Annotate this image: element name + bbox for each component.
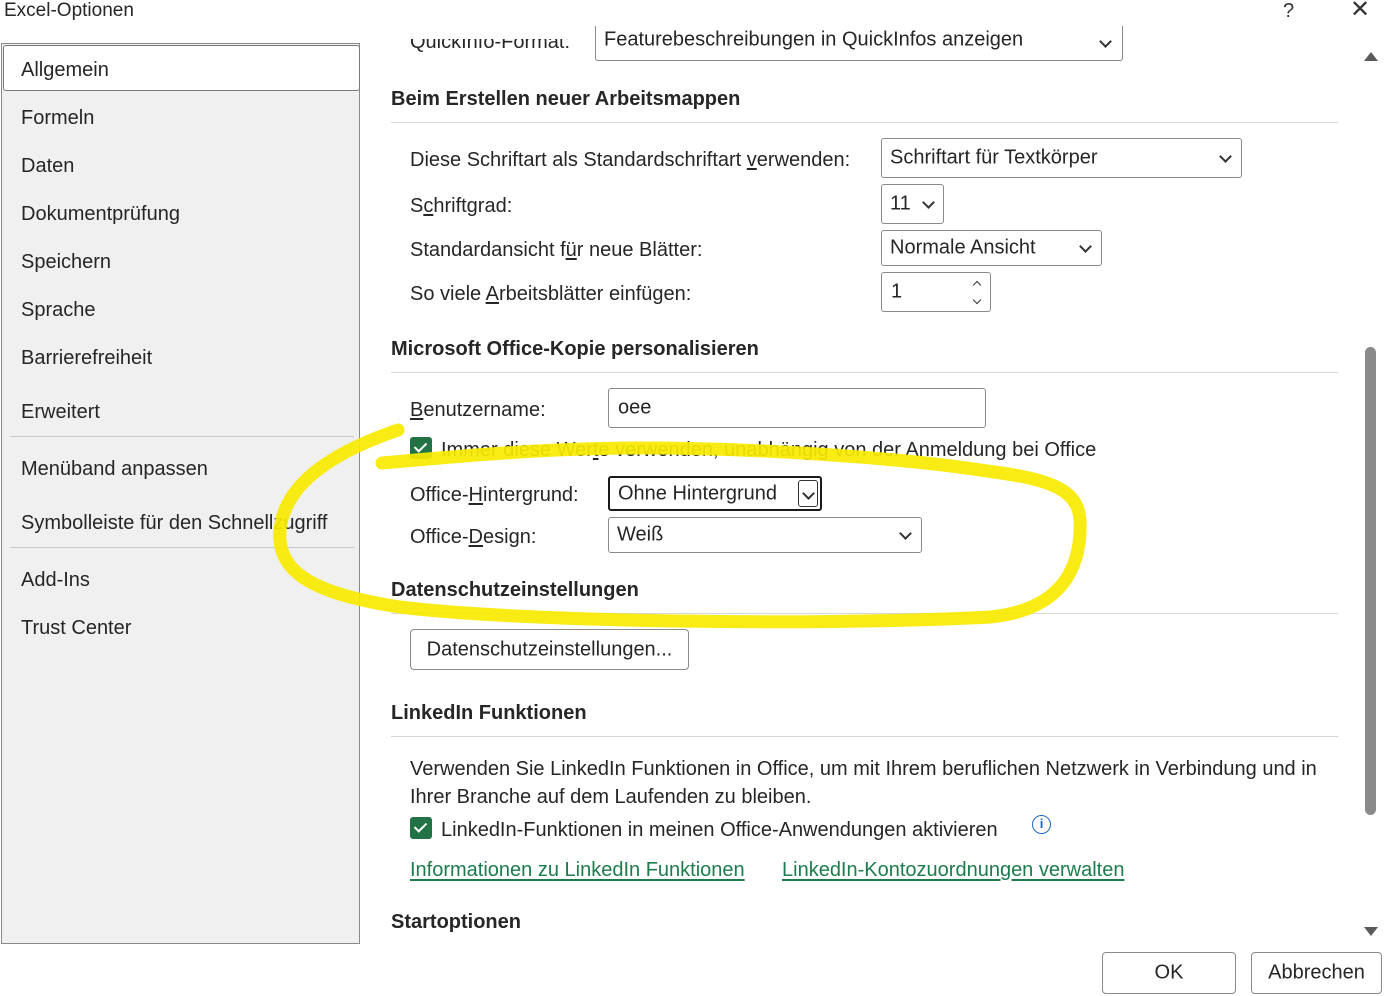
scroll-up-arrow-icon[interactable] [1364, 52, 1378, 61]
default-view-dropdown[interactable]: Normale Ansicht [881, 230, 1102, 266]
linkedin-manage-link[interactable]: LinkedIn-Kontozuordnungen verwalten [782, 859, 1124, 882]
section-divider [391, 613, 1338, 614]
username-input[interactable]: oee [608, 388, 986, 428]
chevron-down-icon [922, 196, 935, 209]
quickinfo-format-dropdown[interactable]: Featurebeschreibungen in QuickInfos anze… [595, 26, 1123, 61]
sheet-count-value: 1 [891, 280, 903, 303]
sidebar-divider [10, 547, 354, 548]
spin-down-icon[interactable] [972, 295, 982, 305]
sheet-count-spinner[interactable]: 1 [881, 272, 991, 312]
scroll-down-arrow-icon[interactable] [1364, 927, 1378, 936]
office-design-value: Weiß [617, 523, 664, 546]
font-size-label: Schriftgrad: [410, 195, 513, 217]
font-size-dropdown[interactable]: 11 [881, 184, 944, 224]
office-background-value: Ohne Hintergrund [618, 482, 777, 504]
quickinfo-label: QuickInfo-Format: [410, 31, 571, 53]
font-size-value: 11 [890, 192, 911, 215]
section-heading-linkedin: LinkedIn Funktionen [391, 702, 587, 724]
sidebar-item-allgemein[interactable]: Allgemein [21, 58, 109, 82]
sidebar-item-formeln[interactable]: Formeln [21, 106, 94, 130]
section-divider [391, 736, 1338, 737]
default-view-label: Standardansicht für neue Blätter: [410, 239, 703, 261]
always-use-values-label: Immer diese Werte verwenden, unabhängig … [441, 439, 1097, 461]
info-icon[interactable]: i [1032, 815, 1051, 834]
office-background-label: Office-Hintergrund: [410, 484, 579, 506]
linkedin-enable-label: LinkedIn-Funktionen in meinen Office-Anw… [441, 819, 998, 841]
sidebar-item-sprache[interactable]: Sprache [21, 298, 96, 322]
close-icon[interactable]: ✕ [1350, 0, 1370, 22]
office-background-dropdown[interactable]: Ohne Hintergrund [608, 476, 822, 511]
office-design-label: Office-Design: [410, 526, 537, 548]
sheet-count-label: So viele Arbeitsblätter einfügen: [410, 283, 692, 305]
section-heading-new-workbooks: Beim Erstellen neuer Arbeitsmappen [391, 88, 741, 110]
sidebar-item-barrierefreiheit[interactable]: Barrierefreiheit [21, 346, 152, 370]
always-use-values-checkbox[interactable] [410, 437, 432, 459]
section-heading-personalize: Microsoft Office-Kopie personalisieren [391, 338, 759, 360]
sidebar-item-addins[interactable]: Add-Ins [21, 568, 90, 592]
username-value: oee [618, 396, 652, 419]
chevron-down-icon [1079, 240, 1092, 253]
sidebar-item-trustcenter[interactable]: Trust Center [21, 616, 131, 640]
default-font-value: Schriftart für Textkörper [890, 146, 1098, 169]
default-view-value: Normale Ansicht [890, 236, 1036, 259]
sidebar-item-erweitert[interactable]: Erweitert [21, 400, 100, 424]
section-heading-privacy: Datenschutzeinstellungen [391, 579, 639, 601]
sidebar-item-daten[interactable]: Daten [21, 154, 74, 178]
ok-button-label: OK [1154, 961, 1184, 984]
office-design-dropdown[interactable]: Weiß [608, 517, 922, 553]
quickinfo-format-value: Featurebeschreibungen in QuickInfos anze… [604, 28, 1024, 51]
default-font-label: Diese Schriftart als Standardschriftart … [410, 149, 851, 171]
linkedin-info-link[interactable]: Informationen zu LinkedIn Funktionen [410, 859, 745, 882]
sidebar-item-speichern[interactable]: Speichern [21, 250, 111, 274]
linkedin-enable-checkbox[interactable] [410, 817, 432, 839]
ok-button[interactable]: OK [1102, 952, 1236, 994]
privacy-settings-button-label: Datenschutzeinstellungen... [426, 638, 673, 660]
privacy-settings-button[interactable]: Datenschutzeinstellungen... [410, 629, 689, 670]
linkedin-description: Verwenden Sie LinkedIn Funktionen in Off… [410, 758, 1317, 808]
sidebar-item-schnellzugriff[interactable]: Symbolleiste für den Schnellzugriff [21, 511, 327, 535]
username-label: Benutzername: [410, 399, 546, 421]
spin-up-icon[interactable] [972, 280, 982, 290]
scrollbar-thumb[interactable] [1365, 347, 1376, 815]
cancel-button[interactable]: Abbrechen [1251, 952, 1382, 994]
sidebar-item-dokumentpruefung[interactable]: Dokumentprüfung [21, 202, 180, 226]
dropdown-button[interactable] [798, 480, 818, 507]
window-title: Excel-Optionen [4, 0, 134, 21]
section-divider [391, 122, 1338, 123]
default-font-dropdown[interactable]: Schriftart für Textkörper [881, 138, 1242, 178]
section-divider [391, 372, 1338, 373]
help-icon[interactable]: ? [1283, 0, 1294, 22]
chevron-down-icon [899, 527, 912, 540]
sidebar: Allgemein Formeln Daten Dokumentprüfung … [1, 43, 360, 944]
chevron-down-icon [1099, 35, 1112, 48]
sidebar-item-menueband[interactable]: Menüband anpassen [21, 457, 208, 481]
chevron-down-icon [1219, 150, 1232, 163]
section-heading-startup: Startoptionen [391, 911, 521, 933]
chevron-down-icon [802, 487, 815, 500]
cancel-button-label: Abbrechen [1268, 961, 1365, 984]
sidebar-divider [10, 436, 354, 437]
